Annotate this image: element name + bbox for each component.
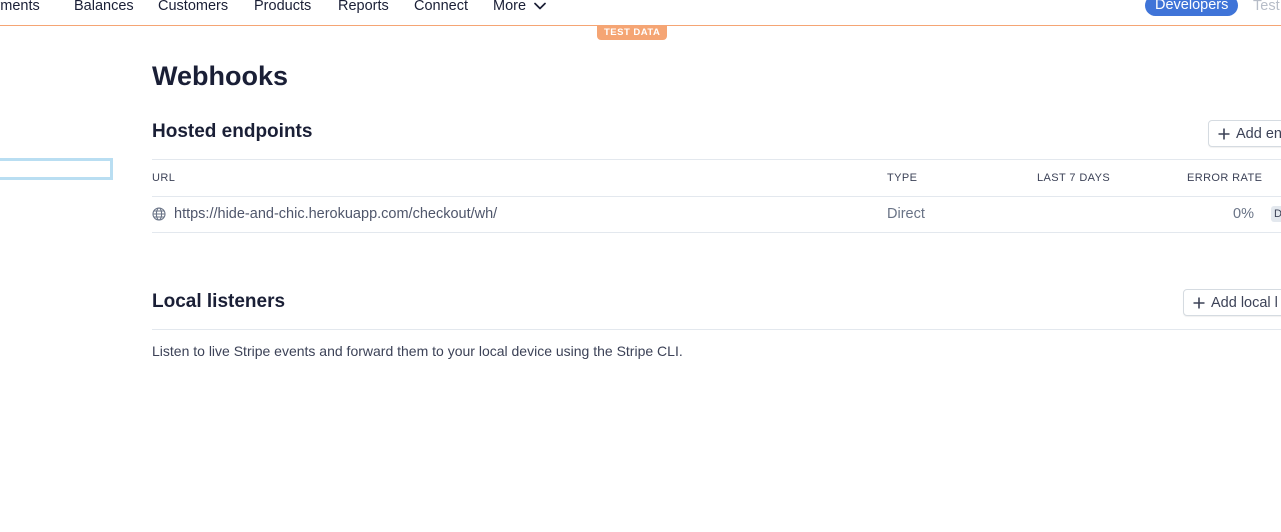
sidebar-focus-ring[interactable] bbox=[0, 158, 113, 180]
endpoint-url: https://hide-and-chic.herokuapp.com/chec… bbox=[174, 206, 498, 222]
nav-item-connect[interactable]: Connect bbox=[414, 0, 468, 14]
nav-item-customers[interactable]: Customers bbox=[158, 0, 228, 14]
add-local-listener-label: Add local l bbox=[1211, 294, 1278, 311]
developers-button[interactable]: Developers bbox=[1145, 0, 1239, 16]
page-title: Webhooks bbox=[152, 61, 289, 91]
globe-icon bbox=[152, 207, 166, 221]
divider bbox=[152, 232, 1281, 233]
column-header-error-rate: ERROR RATE bbox=[1187, 172, 1263, 184]
add-endpoint-label: Add en bbox=[1236, 125, 1281, 142]
test-mode-toggle-label[interactable]: Test bbox=[1253, 0, 1280, 14]
add-endpoint-button[interactable]: Add en bbox=[1208, 120, 1281, 147]
test-data-badge: TEST DATA bbox=[597, 25, 668, 40]
endpoint-error-rate: 0% bbox=[1233, 206, 1254, 222]
endpoint-url-cell[interactable]: https://hide-and-chic.herokuapp.com/chec… bbox=[152, 206, 497, 222]
divider bbox=[152, 159, 1281, 160]
endpoint-type: Direct bbox=[887, 206, 925, 222]
nav-more-label: More bbox=[493, 0, 527, 14]
plus-icon bbox=[1218, 128, 1230, 139]
nav-item-reports[interactable]: Reports bbox=[338, 0, 389, 14]
column-header-url: URL bbox=[152, 172, 176, 184]
divider bbox=[152, 329, 1281, 330]
divider bbox=[152, 196, 1281, 197]
local-listeners-description: Listen to live Stripe events and forward… bbox=[152, 343, 683, 359]
add-local-listener-button[interactable]: Add local l bbox=[1183, 289, 1281, 316]
nav-item-more[interactable]: More bbox=[493, 0, 546, 14]
plus-icon bbox=[1193, 297, 1205, 308]
local-listeners-title: Local listeners bbox=[152, 291, 286, 312]
nav-item-products[interactable]: Products bbox=[254, 0, 311, 14]
column-header-last-7-days: LAST 7 DAYS bbox=[1037, 172, 1111, 184]
status-badge: D bbox=[1271, 206, 1281, 222]
nav-item-payments[interactable]: yments bbox=[0, 0, 40, 14]
nav-item-balances[interactable]: Balances bbox=[74, 0, 134, 14]
chevron-down-icon bbox=[534, 2, 546, 10]
column-header-type: TYPE bbox=[887, 172, 918, 184]
top-navigation: yments Balances Customers Products Repor… bbox=[0, 0, 1281, 26]
hosted-endpoints-title: Hosted endpoints bbox=[152, 121, 313, 142]
